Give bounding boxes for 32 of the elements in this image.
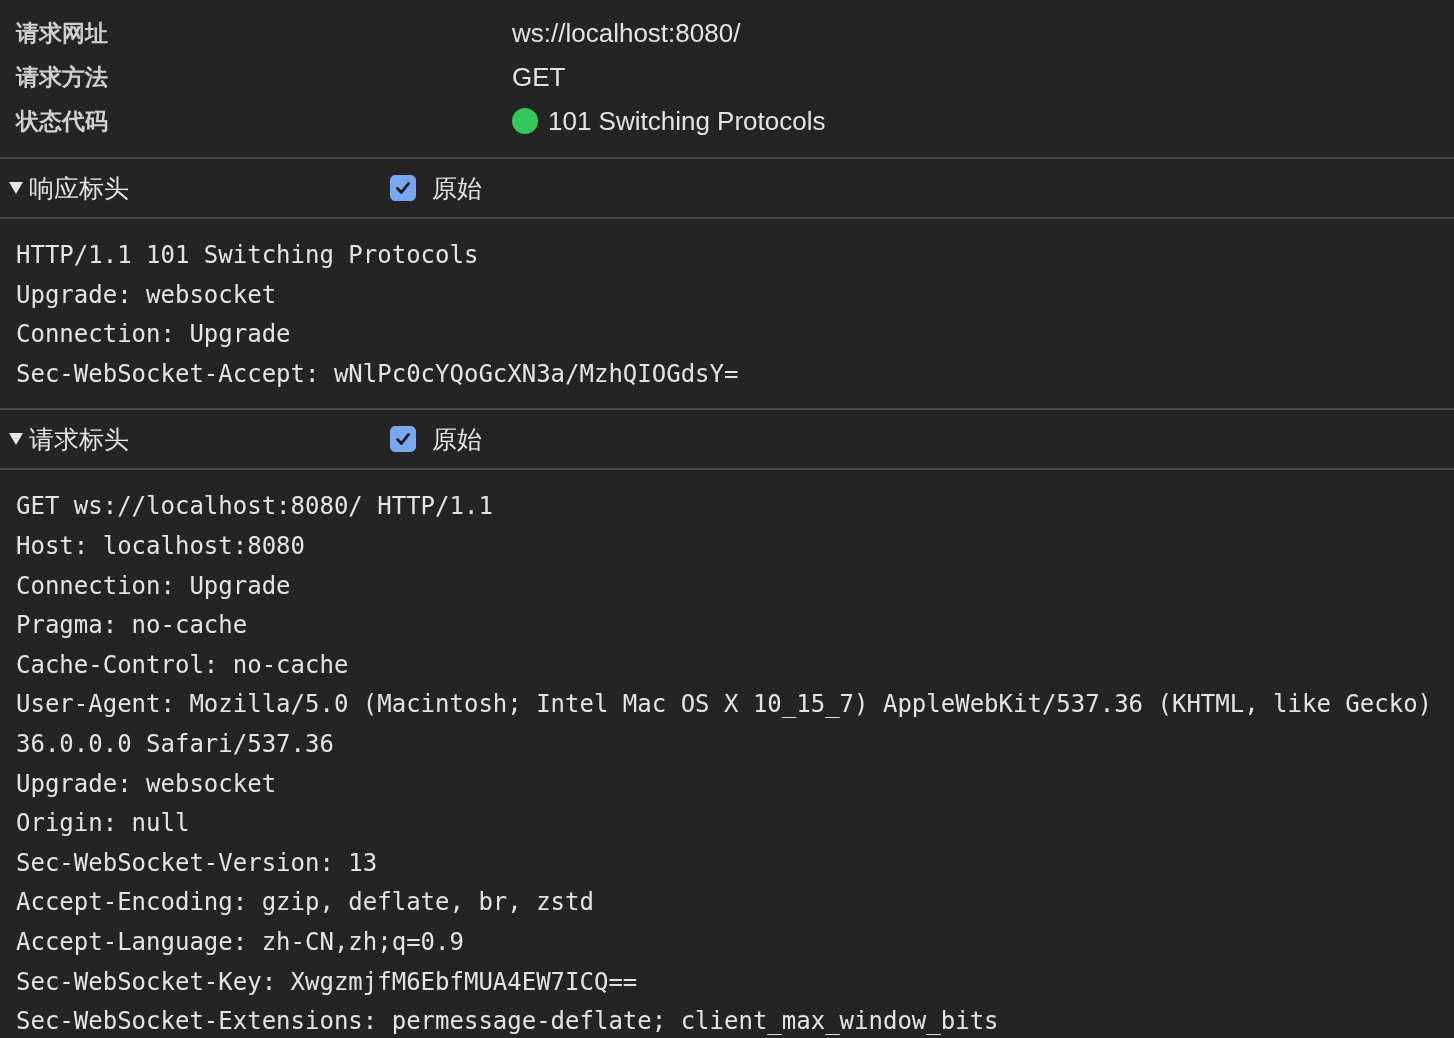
header-line: Sec-WebSocket-Accept: wNlPc0cYQoGcXN3a/MzhQIOGdsY= [16, 358, 740, 390]
checkbox-label: 原始 [432, 172, 482, 204]
header-line: Connection: Upgrade [16, 319, 292, 351]
field-value: 101 Switching Protocols [548, 105, 826, 137]
disclosure-triangle-icon[interactable] [9, 182, 23, 194]
section-title[interactable]: 请求标头 [29, 422, 129, 456]
field-value: GET [512, 61, 566, 93]
header-line: Accept-Language: zh-CN,zh;q=0.9 [16, 926, 465, 958]
header-line: Sec-WebSocket-Extensions: permessage-deflate; client_max_window_bits [16, 1006, 1000, 1038]
raw-checkbox[interactable] [390, 426, 416, 453]
field-label: 状态代码 [14, 106, 109, 136]
field-value: ws://localhost:8080/ [512, 17, 741, 49]
header-line: Upgrade: websocket [16, 768, 278, 800]
header-line: 36.0.0.0 Safari/537.36 [16, 728, 335, 760]
field-label: 请求网址 [14, 18, 109, 48]
header-line: Origin: null [16, 808, 191, 840]
header-line: Accept-Encoding: gzip, deflate, br, zstd [16, 887, 595, 919]
header-line: Upgrade: websocket [16, 279, 278, 311]
section-title[interactable]: 响应标头 [29, 171, 129, 205]
header-line: Connection: Upgrade [16, 570, 292, 602]
header-line: Host: localhost:8080 [16, 530, 306, 562]
header-line: User-Agent: Mozilla/5.0 (Macintosh; Intel Mac OS X 10_15_7) AppleWebKit/537.36 (KHTML, like Gecko) [16, 689, 1434, 721]
field-label: 请求方法 [14, 62, 109, 92]
disclosure-triangle-icon[interactable] [9, 433, 23, 446]
checkbox-label: 原始 [432, 423, 482, 455]
header-line: Cache-Control: no-cache [16, 649, 350, 681]
header-line: GET ws://localhost:8080/ HTTP/1.1 [16, 491, 494, 523]
raw-checkbox[interactable] [390, 175, 416, 201]
header-line: HTTP/1.1 101 Switching Protocols [16, 240, 480, 271]
header-line: Sec-WebSocket-Key: XwgzmjfM6EbfMUA4EW7ICQ== [16, 966, 639, 998]
header-line: Sec-WebSocket-Version: 13 [16, 847, 379, 879]
header-line: Pragma: no-cache [16, 610, 249, 642]
